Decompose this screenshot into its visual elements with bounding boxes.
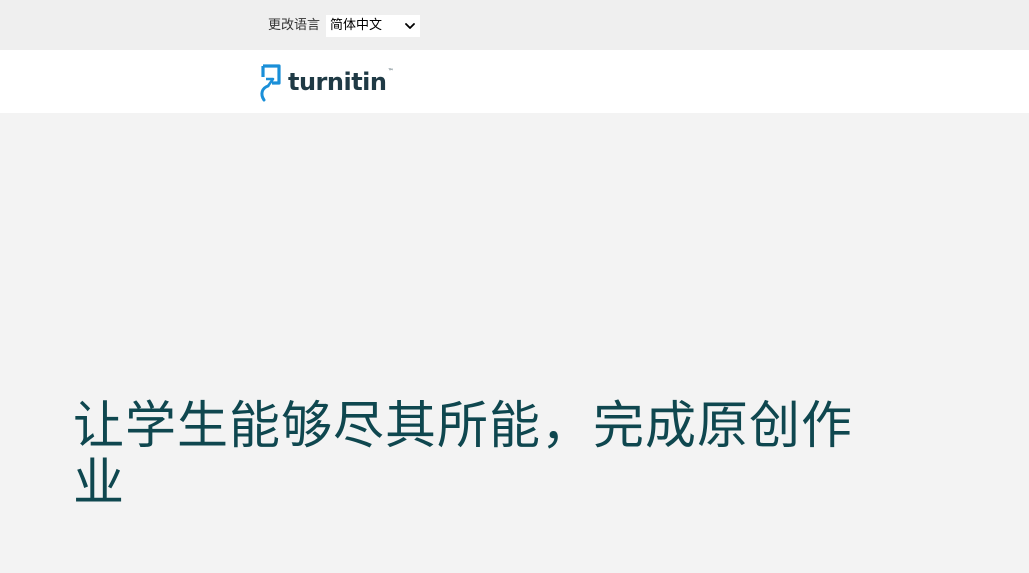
turnitin-logo-icon (260, 64, 281, 102)
turnitin-logo[interactable]: turnitin ™ (258, 63, 394, 103)
language-select[interactable]: 简体中文 (326, 15, 420, 37)
hero-title: 让学生能够尽其所能，完成原创作业 (73, 397, 854, 513)
site-header: turnitin ™ (0, 50, 1029, 113)
logo-wordmark: turnitin (288, 68, 387, 96)
language-select-value: 简体中文 (330, 18, 383, 33)
chevron-down-icon (403, 16, 417, 36)
language-bar: 更改语言 简体中文 (0, 0, 1029, 50)
logo-trademark: ™ (387, 67, 394, 75)
change-language-label: 更改语言 (268, 18, 321, 33)
hero-section: 让学生能够尽其所能，完成原创作业 (0, 113, 1029, 573)
